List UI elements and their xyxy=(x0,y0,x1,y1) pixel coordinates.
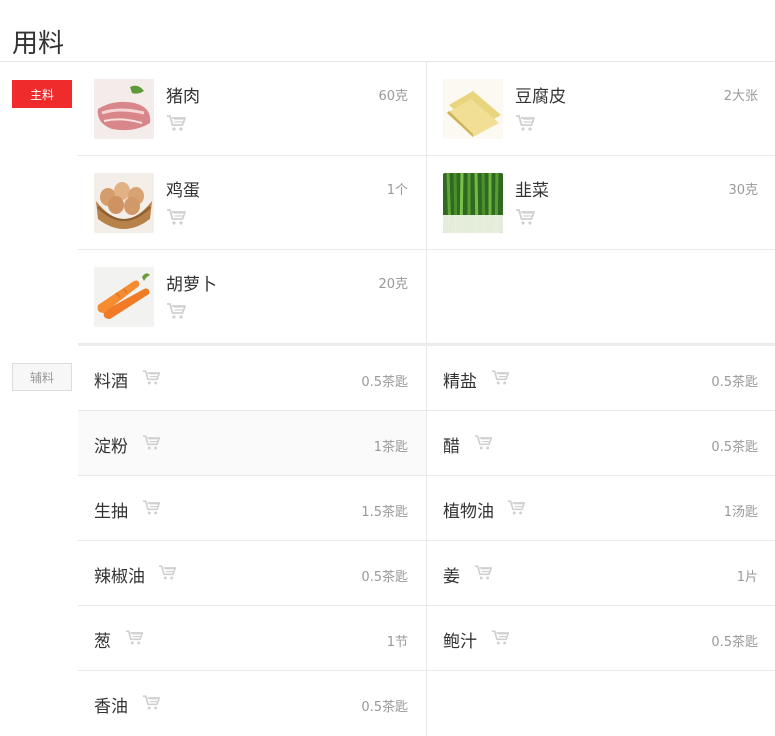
aux-ingredient-item[interactable]: 香油 0.5茶匙 xyxy=(78,671,427,736)
page-title: 用料 xyxy=(12,29,65,60)
main-ingredient-item[interactable]: 豆腐皮 2大张 xyxy=(427,62,775,156)
chives-image[interactable] xyxy=(443,173,503,233)
aux-ingredient-item[interactable]: 姜 1片 xyxy=(427,541,775,606)
ingredient-name[interactable]: 生抽 xyxy=(94,497,128,522)
shopping-cart-icon[interactable] xyxy=(507,499,527,516)
ingredient-amount: 0.5茶匙 xyxy=(711,635,758,650)
ingredient-name[interactable]: 辣椒油 xyxy=(94,562,145,587)
shopping-cart-icon[interactable] xyxy=(142,369,162,386)
shopping-cart-icon[interactable] xyxy=(515,114,537,132)
ingredient-name[interactable]: 鲍汁 xyxy=(443,627,477,652)
auxiliary-ingredients-tag: 辅料 xyxy=(12,363,72,391)
empty-cell xyxy=(427,250,775,344)
aux-ingredient-item[interactable]: 淀粉 1茶匙 xyxy=(78,411,427,476)
ingredient-amount: 1片 xyxy=(736,570,758,585)
shopping-cart-icon[interactable] xyxy=(142,694,162,711)
aux-ingredient-item[interactable]: 鲍汁 0.5茶匙 xyxy=(427,606,775,671)
shopping-cart-icon[interactable] xyxy=(491,629,511,646)
tofu-skin-image[interactable] xyxy=(443,79,503,139)
main-ingredients-tag: 主料 xyxy=(12,80,72,108)
ingredient-name[interactable]: 精盐 xyxy=(443,367,477,392)
ingredient-amount: 0.5茶匙 xyxy=(711,375,758,390)
ingredient-amount: 1个 xyxy=(386,183,408,198)
shopping-cart-icon[interactable] xyxy=(166,208,188,226)
main-ingredient-item[interactable]: 韭菜 30克 xyxy=(427,156,775,250)
ingredient-amount: 0.5茶匙 xyxy=(361,375,408,390)
aux-ingredient-item[interactable]: 醋 0.5茶匙 xyxy=(427,411,775,476)
ingredient-name[interactable]: 胡萝卜 xyxy=(166,270,217,295)
ingredient-amount: 1.5茶匙 xyxy=(361,505,408,520)
main-ingredient-item[interactable]: 猪肉 60克 xyxy=(78,62,427,156)
aux-ingredient-item[interactable]: 植物油 1汤匙 xyxy=(427,476,775,541)
aux-ingredient-item[interactable]: 料酒 0.5茶匙 xyxy=(78,346,427,411)
shopping-cart-icon[interactable] xyxy=(125,629,145,646)
aux-ingredient-item[interactable]: 精盐 0.5茶匙 xyxy=(427,346,775,411)
ingredient-name[interactable]: 植物油 xyxy=(443,497,494,522)
ingredient-name[interactable]: 醋 xyxy=(443,432,460,457)
shopping-cart-icon[interactable] xyxy=(491,369,511,386)
ingredient-name[interactable]: 鸡蛋 xyxy=(166,176,200,201)
ingredient-name[interactable]: 香油 xyxy=(94,692,128,717)
carrot-image[interactable] xyxy=(94,267,154,327)
ingredient-amount: 1茶匙 xyxy=(373,440,408,455)
shopping-cart-icon[interactable] xyxy=(515,208,537,226)
ingredient-amount: 1汤匙 xyxy=(723,505,758,520)
empty-cell xyxy=(427,671,775,736)
main-ingredient-item[interactable]: 胡萝卜 20克 xyxy=(78,250,427,344)
ingredient-name[interactable]: 姜 xyxy=(443,562,460,587)
shopping-cart-icon[interactable] xyxy=(166,302,188,320)
ingredient-name[interactable]: 料酒 xyxy=(94,367,128,392)
ingredient-name[interactable]: 豆腐皮 xyxy=(515,82,566,107)
ingredient-name[interactable]: 韭菜 xyxy=(515,176,549,201)
auxiliary-ingredients-grid: 料酒 0.5茶匙 精盐 0.5茶匙 淀粉 1茶匙 醋 0.5茶匙 生抽 1.5茶… xyxy=(78,344,775,736)
aux-ingredient-item[interactable]: 辣椒油 0.5茶匙 xyxy=(78,541,427,606)
shopping-cart-icon[interactable] xyxy=(142,499,162,516)
ingredient-amount: 0.5茶匙 xyxy=(711,440,758,455)
ingredient-name[interactable]: 淀粉 xyxy=(94,432,128,457)
shopping-cart-icon[interactable] xyxy=(474,434,494,451)
shopping-cart-icon[interactable] xyxy=(166,114,188,132)
ingredient-amount: 0.5茶匙 xyxy=(361,700,408,715)
ingredient-amount: 30克 xyxy=(728,183,758,198)
pork-image[interactable] xyxy=(94,79,154,139)
ingredient-name[interactable]: 葱 xyxy=(94,627,111,652)
ingredient-amount: 2大张 xyxy=(723,89,758,104)
shopping-cart-icon[interactable] xyxy=(158,564,178,581)
main-ingredients-grid: 猪肉 60克 豆腐皮 2大张 鸡蛋 1个 韭菜 30克 胡萝卜 20克 xyxy=(78,62,775,344)
aux-ingredient-item[interactable]: 葱 1节 xyxy=(78,606,427,671)
shopping-cart-icon[interactable] xyxy=(474,564,494,581)
shopping-cart-icon[interactable] xyxy=(142,434,162,451)
ingredient-amount: 0.5茶匙 xyxy=(361,570,408,585)
ingredient-amount: 20克 xyxy=(378,277,408,292)
aux-ingredient-item[interactable]: 生抽 1.5茶匙 xyxy=(78,476,427,541)
ingredient-name[interactable]: 猪肉 xyxy=(166,82,200,107)
ingredient-amount: 1节 xyxy=(386,635,408,650)
main-ingredient-item[interactable]: 鸡蛋 1个 xyxy=(78,156,427,250)
eggs-image[interactable] xyxy=(94,173,154,233)
ingredient-amount: 60克 xyxy=(378,89,408,104)
